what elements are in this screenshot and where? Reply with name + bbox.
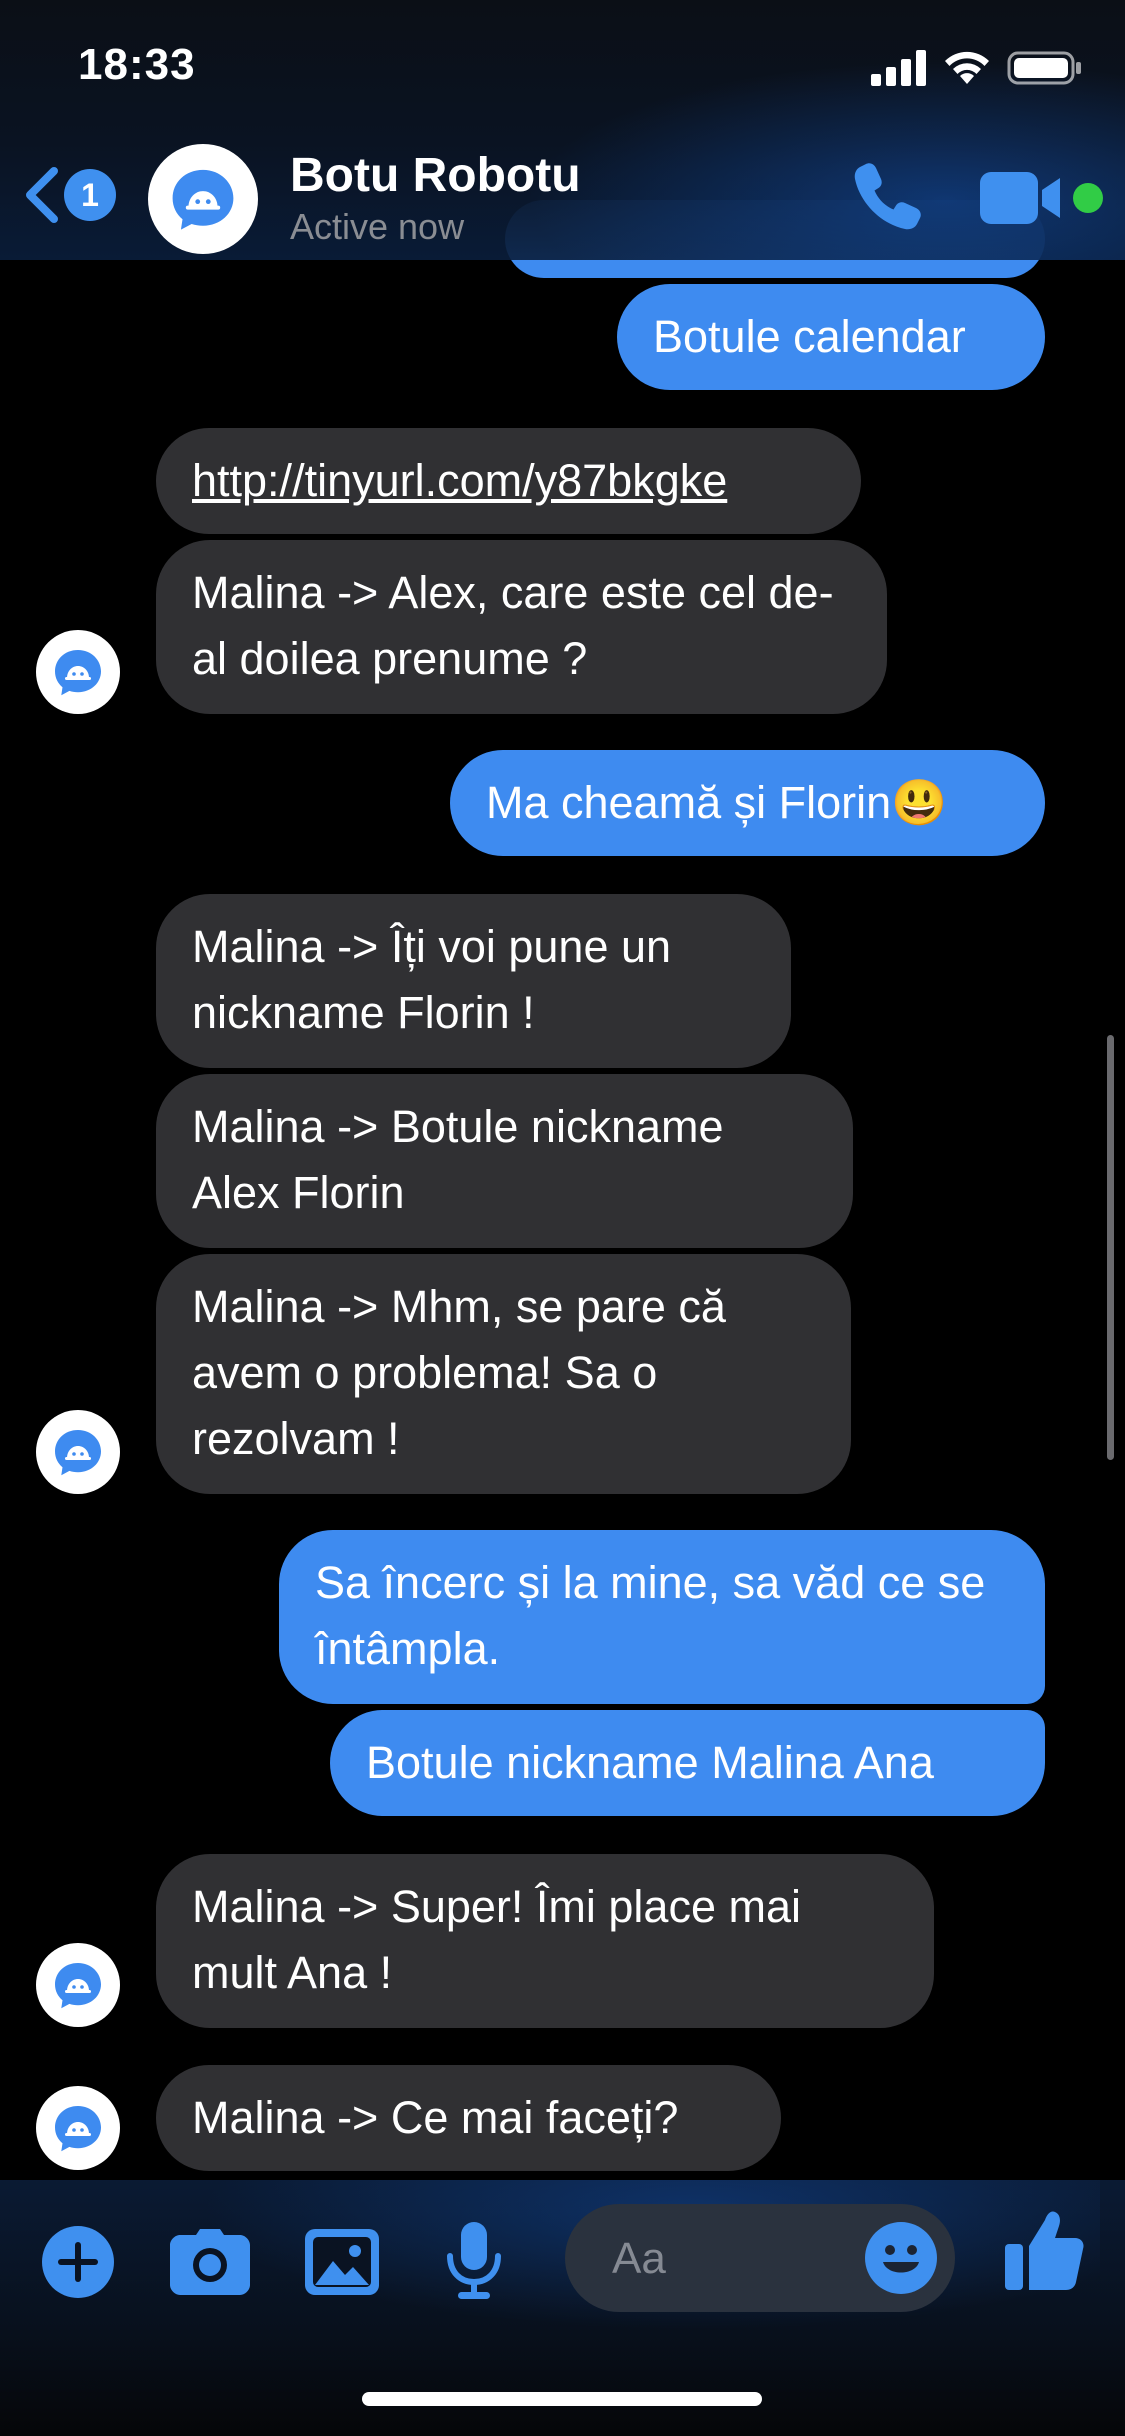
message-text: Malina -> Super! Îmi place mai mult Ana …	[192, 1881, 801, 1998]
message-incoming-link[interactable]: http://tinyurl.com/y87bkgke	[156, 428, 861, 534]
message-text: Botule calendar	[653, 311, 966, 362]
microphone-icon	[447, 2222, 501, 2299]
chat-thread[interactable]: Botule calendar http://tinyurl.com/y87bk…	[0, 0, 1125, 2436]
message-text: Ma cheamă și Florin	[486, 777, 892, 828]
message-outgoing[interactable]: Ma cheamă și Florin😃	[450, 750, 1045, 856]
gallery-button[interactable]	[302, 2222, 382, 2302]
camera-button[interactable]	[170, 2222, 250, 2302]
phone-icon	[854, 163, 921, 230]
bot-avatar[interactable]	[36, 1943, 120, 2027]
back-chevron-icon	[26, 167, 58, 223]
thumbs-up-icon	[1005, 2211, 1084, 2290]
message-text: Malina -> Ce mai faceți?	[192, 2092, 679, 2143]
status-bar: 18:33	[0, 0, 1125, 140]
message-incoming[interactable]: Malina -> Botule nickname Alex Florin	[156, 1074, 853, 1248]
message-outgoing[interactable]: Botule calendar	[617, 284, 1045, 390]
camera-icon	[170, 2229, 250, 2295]
message-incoming[interactable]: Malina -> Alex, care este cel de-al doil…	[156, 540, 887, 714]
contact-status: Active now	[290, 206, 465, 247]
unread-count-badge: 1	[64, 169, 116, 221]
message-outgoing[interactable]: Botule nickname Malina Ana	[330, 1710, 1045, 1816]
status-time: 18:33	[78, 40, 196, 89]
home-indicator	[362, 2392, 762, 2406]
back-button[interactable]: 1	[22, 165, 116, 225]
like-button[interactable]	[1005, 2210, 1085, 2290]
bot-avatar-icon	[55, 2106, 101, 2152]
wifi-icon	[945, 51, 989, 84]
emoji-button[interactable]	[865, 2222, 937, 2294]
message-outgoing[interactable]: Sa încerc și la mine, sa văd ce se întâm…	[279, 1530, 1045, 1704]
bot-avatar-icon	[172, 169, 234, 230]
chat-header: 18:33 1 Botu Robotu Active now	[0, 0, 1125, 260]
battery-icon	[1007, 51, 1081, 85]
bot-avatar-icon	[55, 1963, 101, 2009]
status-icons	[871, 50, 1083, 86]
message-text: Malina -> Botule nickname Alex Florin	[192, 1101, 724, 1218]
message-text: Malina -> Îți voi pune un nickname Flori…	[192, 921, 672, 1038]
message-text: Malina -> Mhm, se pare că avem o problem…	[192, 1281, 726, 1464]
voice-call-button[interactable]	[850, 158, 926, 239]
bot-avatar[interactable]	[36, 2086, 120, 2170]
video-camera-icon	[980, 172, 1060, 224]
bot-avatar[interactable]	[36, 630, 120, 714]
chat-scrollbar[interactable]	[1107, 1035, 1114, 1460]
online-status-dot	[1073, 183, 1103, 213]
message-input[interactable]	[610, 2228, 844, 2290]
bot-avatar-icon	[55, 650, 101, 696]
message-incoming[interactable]: Malina -> Mhm, se pare că avem o problem…	[156, 1254, 851, 1494]
message-incoming[interactable]: Malina -> Îți voi pune un nickname Flori…	[156, 894, 791, 1068]
video-call-button[interactable]	[980, 170, 1066, 231]
contact-avatar[interactable]	[148, 144, 258, 254]
gallery-icon	[305, 2229, 379, 2295]
message-incoming[interactable]: Malina -> Super! Îmi place mai mult Ana …	[156, 1854, 934, 2028]
message-text: Sa încerc și la mine, sa văd ce se întâm…	[315, 1557, 986, 1674]
smiley-emoji: 😃	[891, 777, 948, 828]
voice-message-button[interactable]	[434, 2222, 514, 2302]
bot-avatar-icon	[55, 1430, 101, 1476]
message-link[interactable]: http://tinyurl.com/y87bkgke	[192, 455, 727, 506]
message-composer	[0, 2180, 1125, 2436]
message-incoming[interactable]: Malina -> Ce mai faceți?	[156, 2065, 781, 2171]
message-text: Malina -> Alex, care este cel de-al doil…	[192, 567, 834, 684]
message-text: Botule nickname Malina Ana	[366, 1737, 934, 1788]
emoji-icon	[865, 2222, 937, 2294]
more-actions-button[interactable]	[38, 2222, 118, 2302]
contact-name[interactable]: Botu Robotu	[290, 148, 581, 203]
cellular-signal-icon	[871, 50, 926, 86]
bot-avatar[interactable]	[36, 1410, 120, 1494]
plus-icon	[42, 2226, 114, 2298]
message-input-container[interactable]	[565, 2204, 955, 2312]
